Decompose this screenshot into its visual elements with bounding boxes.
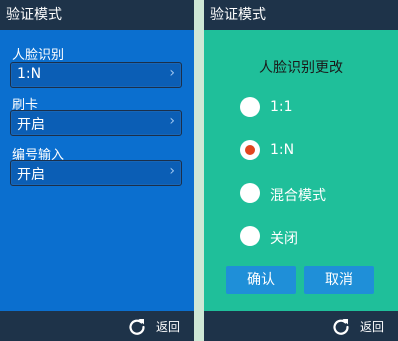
option-label: 混合模式 [270, 188, 326, 204]
back-button[interactable]: 返回 [360, 318, 384, 335]
option-label: 1:1 [270, 99, 293, 115]
card-swipe-value: 开启 [17, 117, 45, 133]
title-bar: 验证模式 [0, 0, 194, 30]
back-button[interactable]: 返回 [156, 318, 180, 335]
chevron-right-icon: › [169, 65, 175, 81]
face-mode-dialog-screen: 验证模式 人脸识别更改 1:1 1:N 混合模式 关闭 确认 取消 返回 [204, 0, 398, 341]
radio-unselected[interactable] [240, 97, 260, 117]
refresh-back-icon[interactable] [331, 317, 351, 337]
settings-screen: 验证模式 人脸识别 1:N › 刷卡 开启 › 编号输入 开启 › 返回 [0, 0, 194, 341]
page-title: 验证模式 [210, 7, 266, 23]
bottom-bar: 返回 [204, 311, 398, 341]
id-input-value: 开启 [17, 167, 45, 183]
option-label: 1:N [270, 142, 295, 158]
chevron-right-icon: › [169, 163, 175, 179]
dialog-title: 人脸识别更改 [259, 60, 343, 76]
face-recognition-label: 人脸识别 [12, 48, 65, 63]
radio-unselected[interactable] [240, 183, 260, 203]
page-title: 验证模式 [6, 7, 62, 23]
bottom-bar: 返回 [0, 311, 194, 341]
option-label: 关闭 [270, 231, 298, 247]
face-recognition-field[interactable]: 1:N › [10, 62, 182, 88]
card-swipe-field[interactable]: 开启 › [10, 110, 182, 136]
radio-selected[interactable] [240, 140, 260, 160]
chevron-right-icon: › [169, 113, 175, 129]
confirm-button[interactable]: 确认 [226, 266, 296, 294]
title-bar: 验证模式 [204, 0, 398, 30]
selected-dot [245, 145, 255, 155]
face-recognition-value: 1:N [17, 66, 42, 82]
id-input-field[interactable]: 开启 › [10, 160, 182, 186]
refresh-back-icon[interactable] [127, 317, 147, 337]
cancel-button[interactable]: 取消 [304, 266, 374, 294]
radio-unselected[interactable] [240, 226, 260, 246]
